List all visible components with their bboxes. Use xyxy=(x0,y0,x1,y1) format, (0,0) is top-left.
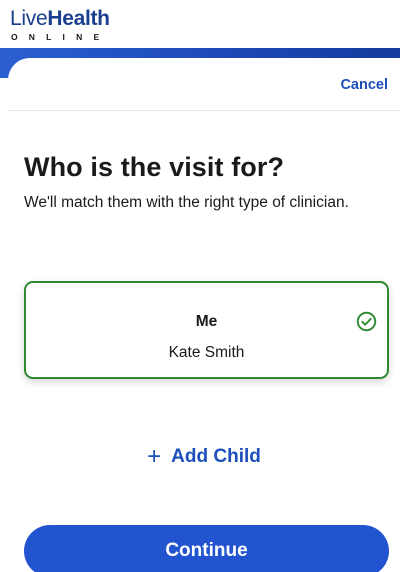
add-child-button[interactable]: + Add Child xyxy=(8,443,400,471)
patient-option-title: Me xyxy=(195,313,218,330)
cancel-button[interactable]: Cancel xyxy=(340,77,388,93)
logo-health-text: Health xyxy=(47,7,110,30)
patient-option-name: Kate Smith xyxy=(168,344,245,361)
add-child-label: Add Child xyxy=(171,446,261,467)
livehealth-logo: LiveHealth ONLINE xyxy=(10,8,111,43)
continue-button[interactable]: Continue xyxy=(24,525,389,572)
sheet-topbar: Cancel xyxy=(8,58,400,111)
logo-wordmark: LiveHealth xyxy=(10,8,110,30)
plus-icon: + xyxy=(147,443,162,470)
logo-online-text: ONLINE xyxy=(11,32,111,42)
page-subtitle: We'll match them with the right type of … xyxy=(24,194,349,211)
logo-live-text: Live xyxy=(10,7,48,30)
page-title: Who is the visit for? xyxy=(24,152,285,182)
modal-sheet: Cancel Who is the visit for? We'll match… xyxy=(8,58,400,572)
patient-option-me[interactable]: Me Kate Smith xyxy=(24,281,389,379)
check-circle-icon xyxy=(356,311,377,332)
